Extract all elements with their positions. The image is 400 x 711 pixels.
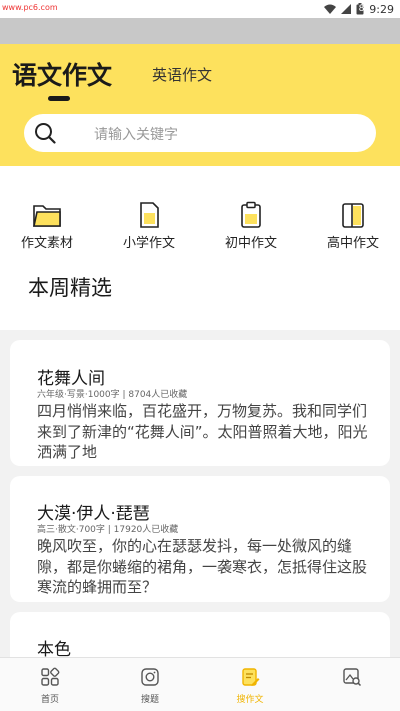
article-card[interactable]: 花舞人间 六年级·写景·1000字 | 8704人已收藏 四月悄悄来临，百花盛开… xyxy=(10,340,390,466)
article-excerpt: 四月悄悄来临，百花盛开，万物复苏。我和同学们来到了新津的“花舞人间”。太阳普照着… xyxy=(37,402,368,461)
article-meta: 六年级·写景·1000字 | 8704人已收藏 xyxy=(37,390,188,400)
nav-label: 首页 xyxy=(40,695,59,705)
category-materials[interactable]: 作文素材 xyxy=(7,201,87,251)
battery-level: 8 xyxy=(358,4,365,14)
clipboard-icon xyxy=(241,201,261,228)
section-title: 本周精选 xyxy=(28,276,112,300)
category-junior[interactable]: 初中作文 xyxy=(211,201,291,251)
folder-icon xyxy=(33,205,61,227)
status-icons: 8 9:29 xyxy=(323,2,394,16)
category-label: 初中作文 xyxy=(224,236,277,251)
nav-label: 搜题 xyxy=(140,695,159,705)
book-icon xyxy=(342,203,364,228)
search-placeholder: 请输入关键字 xyxy=(94,127,178,143)
nav-image-search[interactable] xyxy=(322,667,382,692)
search-icon xyxy=(35,123,56,144)
article-meta: 高三·散文·700字 | 17920人已收藏 xyxy=(37,525,179,535)
image-search-icon xyxy=(343,668,362,687)
app-top-bar xyxy=(0,18,400,44)
home-grid-icon xyxy=(41,667,60,686)
category-senior[interactable]: 高中作文 xyxy=(313,201,393,251)
nav-search-question[interactable]: 搜题 xyxy=(120,667,180,705)
article-title: 大漠·伊人·琵琶 xyxy=(37,504,150,524)
bottom-nav: 首页 搜题 搜作文 xyxy=(0,657,400,711)
nav-search-essay[interactable]: 搜作文 xyxy=(220,667,280,705)
category-label: 高中作文 xyxy=(326,236,379,251)
article-excerpt: 晚风吹至，你的心在瑟瑟发抖，每一处微风的缝隙，都是你蜷缩的裙角，一袭寒衣，怎抵得… xyxy=(37,537,368,596)
clock: 9:29 xyxy=(369,2,394,16)
tab-chinese-essays[interactable]: 语文作文 xyxy=(12,56,112,92)
article-card[interactable]: 大漠·伊人·琵琶 高三·散文·700字 | 17920人已收藏 晚风吹至，你的心… xyxy=(10,476,390,602)
signal-icon xyxy=(340,4,351,14)
document-icon xyxy=(140,202,159,228)
article-title: 花舞人间 xyxy=(37,369,105,389)
category-primary[interactable]: 小学作文 xyxy=(109,201,189,251)
tab-english-essays[interactable]: 英语作文 xyxy=(152,64,212,85)
edit-note-icon xyxy=(242,668,260,686)
nav-label: 搜作文 xyxy=(236,695,264,705)
category-panel: 作文素材 小学作文 初中作文 高中作文 本周精选 xyxy=(0,166,400,330)
watermark-text: www.pc6.com xyxy=(2,3,58,12)
search-input[interactable]: 请输入关键字 xyxy=(24,114,376,152)
wifi-icon xyxy=(323,4,336,14)
nav-home[interactable]: 首页 xyxy=(20,667,80,705)
category-label: 小学作文 xyxy=(122,236,175,251)
status-bar: www.pc6.com 8 9:29 xyxy=(0,0,400,18)
tab-indicator xyxy=(48,96,70,101)
category-label: 作文素材 xyxy=(20,236,73,251)
camera-icon xyxy=(141,668,159,686)
